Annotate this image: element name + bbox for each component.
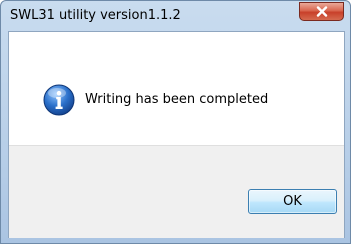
message-area: Writing has been completed <box>9 32 344 145</box>
button-bar: OK <box>9 145 344 238</box>
dialog-client-area: Writing has been completed OK <box>8 31 345 238</box>
close-icon <box>316 6 327 17</box>
title-bar[interactable]: SWL31 utility version1.1.2 <box>1 1 350 31</box>
dialog-window: SWL31 utility version1.1.2 Writing has b… <box>0 0 351 244</box>
close-button[interactable] <box>299 2 344 21</box>
info-icon <box>43 84 75 116</box>
window-title: SWL31 utility version1.1.2 <box>10 8 181 23</box>
message-text: Writing has been completed <box>85 92 269 107</box>
ok-button[interactable]: OK <box>248 189 337 214</box>
